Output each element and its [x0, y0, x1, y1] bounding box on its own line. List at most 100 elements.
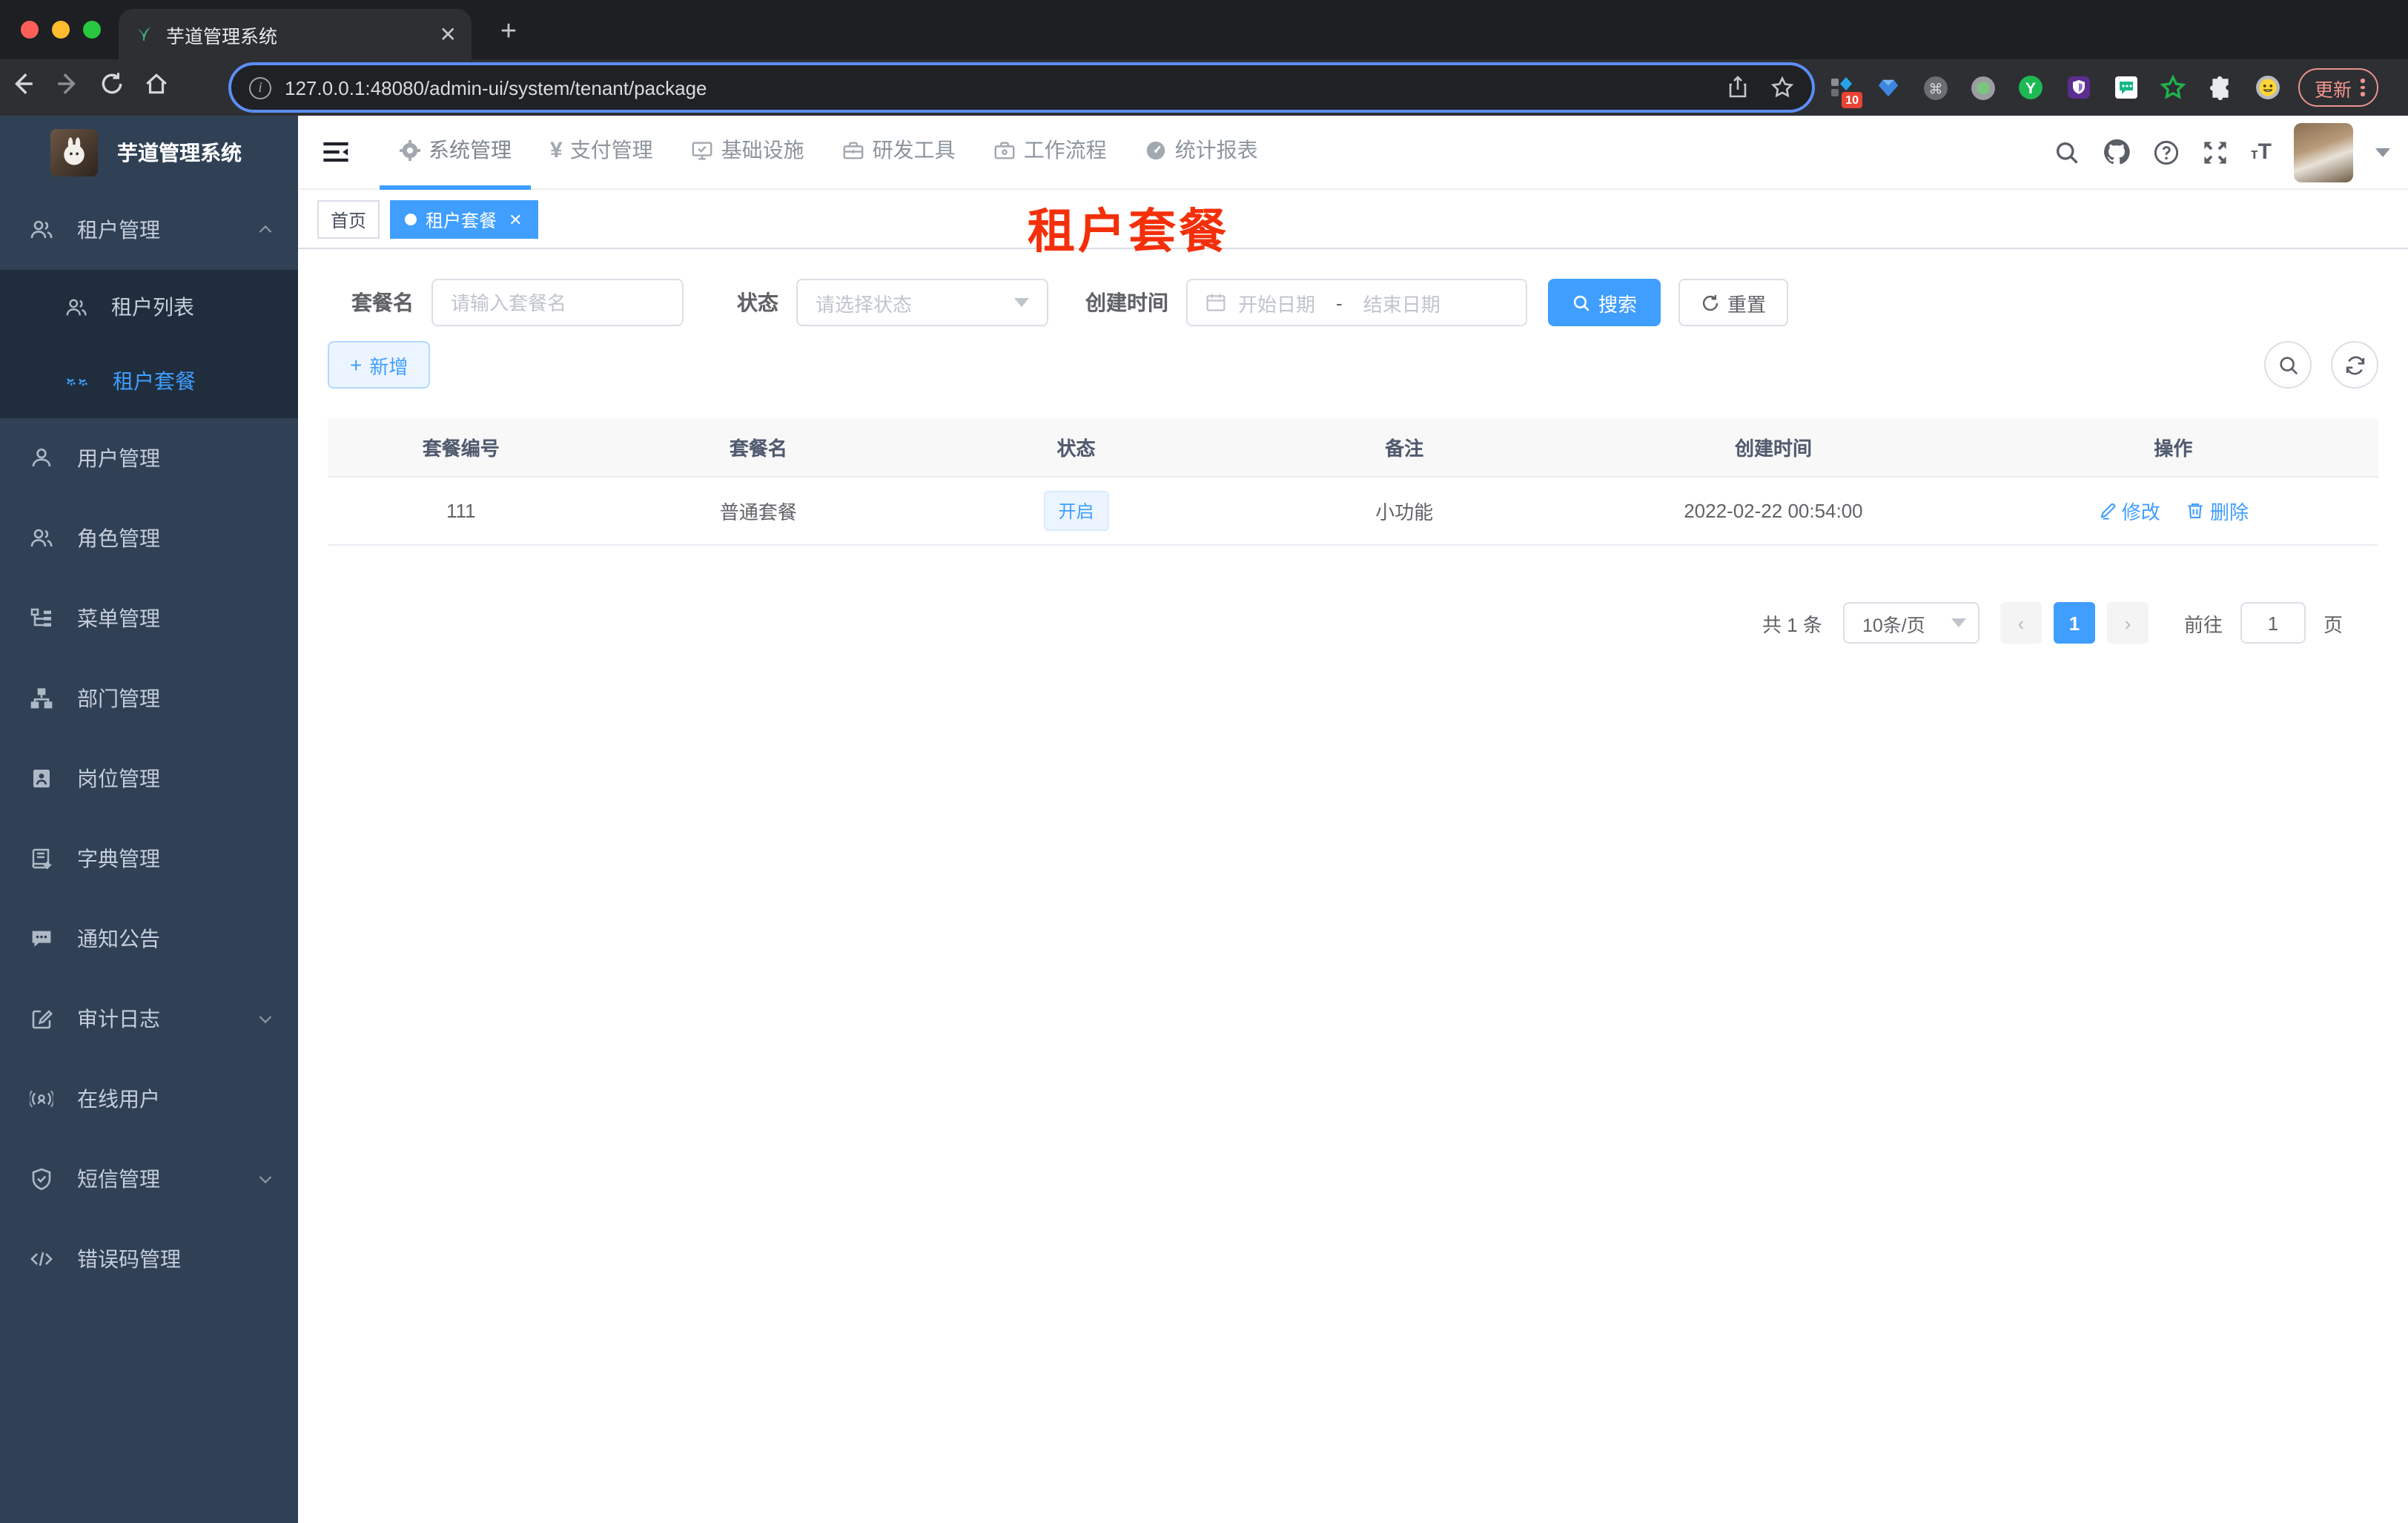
sidebar-item-user-management[interactable]: 用户管理 [0, 418, 298, 498]
user-avatar[interactable] [2294, 122, 2353, 182]
forward-button[interactable] [44, 71, 89, 104]
cell-package-id: 111 [328, 476, 595, 545]
col-header-actions: 操作 [1968, 418, 2378, 477]
sidebar: 芋道管理系统 租户管理 租户列表 租户套餐 用户管理 角色管理 菜单管理 部门管… [0, 116, 298, 1523]
edit-link[interactable]: 修改 [2098, 496, 2160, 524]
github-icon[interactable] [2103, 138, 2131, 166]
extension-shield-icon[interactable] [2065, 75, 2091, 100]
tab-close-icon[interactable]: ✕ [440, 22, 457, 47]
sidebar-item-menu-management[interactable]: 菜单管理 [0, 578, 298, 658]
gauge-icon [1147, 140, 1165, 159]
sidebar-item-label: 字典管理 [77, 847, 160, 870]
browser-menu-icon[interactable] [2361, 79, 2365, 96]
bookmark-star-icon[interactable] [1770, 76, 1794, 99]
sidebar-item-post-management[interactable]: 岗位管理 [0, 739, 298, 819]
sidebar-item-sms-management[interactable]: 短信管理 [0, 1139, 298, 1219]
date-range-picker[interactable]: 开始日期 - 结束日期 [1186, 279, 1527, 326]
chevron-down-icon [259, 1016, 272, 1024]
delete-link[interactable]: 删除 [2186, 496, 2249, 524]
top-nav-infrastructure[interactable]: 基础设施 [672, 115, 824, 189]
top-nav-system[interactable]: 系统管理 [380, 115, 531, 189]
extension-record-icon[interactable] [1971, 75, 1996, 100]
fullscreen-icon[interactable] [2202, 139, 2229, 165]
chevron-up-icon [259, 225, 272, 233]
sidebar-item-tenant-list[interactable]: 租户列表 [0, 270, 298, 344]
extension-chat-icon[interactable] [2113, 75, 2138, 100]
tag-home[interactable]: 首页 [317, 200, 380, 239]
tag-label: 租户套餐 [426, 210, 497, 231]
add-button-label: 新增 [369, 355, 408, 377]
zoom-window-button[interactable] [83, 21, 101, 39]
extension-grid-icon[interactable]: 10 [1828, 75, 1862, 108]
top-nav-reports[interactable]: 统计报表 [1126, 115, 1277, 189]
top-nav: 系统管理 ¥ 支付管理 基础设施 研发工具 工作流程 统计报表 [380, 115, 1277, 189]
font-size-icon[interactable]: тT [2251, 139, 2272, 165]
browser-update-button[interactable]: 更新 [2298, 68, 2378, 107]
extension-star-icon[interactable] [2160, 74, 2186, 100]
avatar-caret-icon[interactable] [2375, 148, 2390, 156]
share-icon[interactable] [1726, 76, 1750, 99]
new-tab-button[interactable]: + [489, 15, 528, 50]
sidebar-item-online-users[interactable]: 在线用户 [0, 1059, 298, 1139]
reload-button[interactable] [89, 71, 133, 104]
reset-button[interactable]: 重置 [1678, 279, 1789, 326]
show-search-toggle-button[interactable] [2264, 341, 2312, 389]
tag-close-icon[interactable]: ✕ [509, 210, 522, 229]
shield-check-icon [32, 1168, 51, 1190]
page-size-select[interactable]: 10条/页 [1842, 602, 1979, 644]
browser-tab[interactable]: 芋道管理系统 ✕ [119, 9, 472, 59]
top-nav-workflow[interactable]: 工作流程 [975, 115, 1126, 189]
sidebar-item-notice[interactable]: 通知公告 [0, 899, 298, 979]
tag-tenant-package[interactable]: 租户套餐 ✕ [390, 200, 539, 239]
sidebar-item-label: 用户管理 [77, 446, 160, 470]
extension-puzzle-icon[interactable] [2208, 75, 2233, 100]
add-button[interactable]: + 新增 [328, 341, 431, 389]
sidebar-item-label: 菜单管理 [77, 607, 160, 630]
help-icon[interactable] [2153, 139, 2180, 165]
extension-y-icon[interactable]: Y [2018, 75, 2043, 100]
page-1-button[interactable]: 1 [2053, 602, 2095, 644]
prev-page-button[interactable]: ‹ [2000, 602, 2042, 644]
sidebar-item-dept-management[interactable]: 部门管理 [0, 658, 298, 739]
date-end-placeholder: 结束日期 [1363, 293, 1440, 315]
goto-page-input[interactable] [2240, 602, 2306, 644]
url-bar[interactable]: i 127.0.0.1:48080/admin-ui/system/tenant… [231, 65, 1812, 110]
sidebar-item-audit-log[interactable]: 审计日志 [0, 979, 298, 1059]
users-icon [30, 220, 53, 239]
name-filter-input[interactable] [451, 291, 664, 314]
back-button[interactable] [0, 71, 44, 104]
top-nav-dev-tools[interactable]: 研发工具 [824, 115, 975, 189]
sidebar-collapse-button[interactable] [298, 138, 365, 166]
top-nav-payment[interactable]: ¥ 支付管理 [531, 115, 672, 189]
refresh-icon [1702, 294, 1719, 311]
next-page-button[interactable]: › [2106, 602, 2149, 644]
edit-icon [2100, 502, 2116, 519]
extension-gem-icon[interactable] [1876, 75, 1901, 100]
macos-traffic-lights[interactable] [21, 21, 101, 39]
sidebar-item-role-management[interactable]: 角色管理 [0, 498, 298, 578]
table-toolbar: + 新增 [328, 341, 2378, 389]
url-text[interactable]: 127.0.0.1:48080/admin-ui/system/tenant/p… [285, 76, 1726, 99]
close-window-button[interactable] [21, 21, 39, 39]
extension-command-icon[interactable]: ⌘ [1923, 75, 1948, 100]
sidebar-item-tenant-management[interactable]: 租户管理 [0, 190, 298, 270]
sidebar-logo[interactable]: 芋道管理系统 [0, 116, 298, 190]
sidebar-item-tenant-package[interactable]: 租户套餐 [0, 344, 298, 418]
search-icon[interactable] [2054, 139, 2080, 165]
home-button[interactable] [133, 71, 178, 104]
search-button[interactable]: 搜索 [1548, 279, 1661, 326]
sidebar-item-dict-management[interactable]: 字典管理 [0, 819, 298, 899]
select-caret-icon [1014, 298, 1029, 307]
toolbox-icon [844, 141, 864, 159]
status-filter-label: 状态 [737, 291, 778, 314]
sidebar-item-error-code[interactable]: 错误码管理 [0, 1219, 298, 1299]
date-start-placeholder: 开始日期 [1238, 293, 1316, 315]
status-badge: 开启 [1043, 490, 1109, 530]
col-header-status: 状态 [922, 418, 1230, 477]
site-info-icon[interactable]: i [249, 76, 271, 99]
minimize-window-button[interactable] [52, 21, 70, 39]
top-nav-label: 基础设施 [721, 138, 804, 162]
status-filter-select[interactable]: 请选择状态 [796, 279, 1048, 326]
refresh-table-button[interactable] [2331, 341, 2378, 389]
extension-smiley-icon[interactable] [2255, 75, 2280, 100]
